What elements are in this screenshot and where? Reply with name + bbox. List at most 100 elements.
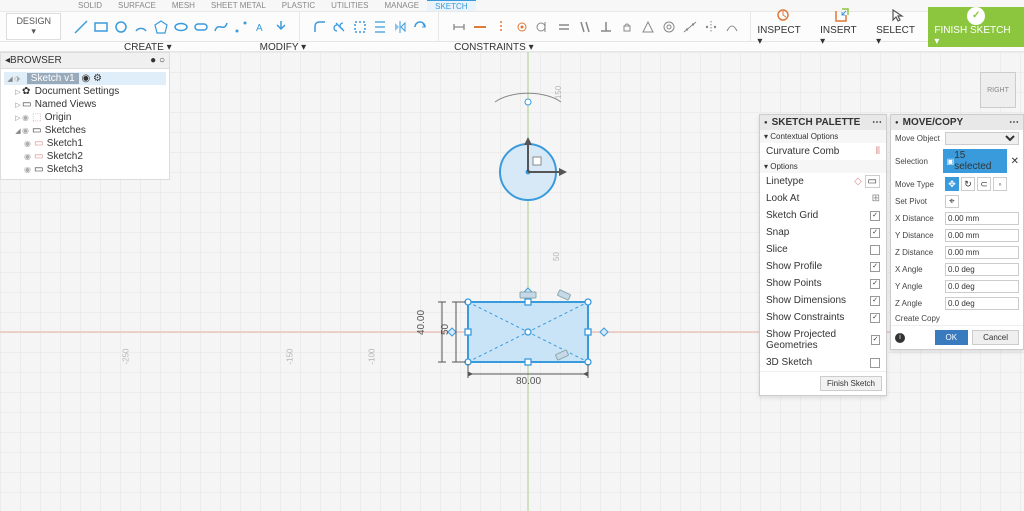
- arc-tool[interactable]: [132, 18, 150, 36]
- lookat-icon[interactable]: ⊞: [872, 193, 880, 204]
- browser-header[interactable]: ◂ BROWSER● ○: [1, 53, 169, 69]
- polygon-tool[interactable]: [152, 18, 170, 36]
- distance-input[interactable]: [945, 246, 1019, 259]
- move-type-toggle[interactable]: ✥↻⊂◦: [945, 177, 1007, 191]
- checkbox[interactable]: [870, 245, 880, 255]
- vertical-constraint[interactable]: [492, 18, 510, 36]
- design-menu[interactable]: DESIGN ▾: [6, 13, 61, 40]
- trim-tool[interactable]: [331, 18, 349, 36]
- checkbox[interactable]: ✓: [871, 335, 880, 345]
- info-icon[interactable]: i: [895, 333, 905, 343]
- collinear-constraint[interactable]: [681, 18, 699, 36]
- distance-input[interactable]: [945, 263, 1019, 276]
- extend-tool[interactable]: [351, 18, 369, 36]
- horizontal-constraint[interactable]: [471, 18, 489, 36]
- palette-header[interactable]: SKETCH PALETTE⋯: [760, 115, 886, 130]
- viewcube[interactable]: RIGHT: [980, 72, 1016, 108]
- fillet-tool[interactable]: [311, 18, 329, 36]
- tab-utilities[interactable]: UTILITIES: [323, 0, 376, 11]
- root-node[interactable]: Sketch v1: [27, 73, 79, 84]
- checkbox[interactable]: ✓: [870, 296, 880, 306]
- contextual-section[interactable]: ▾ Contextual Options: [760, 130, 886, 143]
- tab-mesh[interactable]: MESH: [164, 0, 203, 11]
- sketch-palette[interactable]: SKETCH PALETTE⋯ ▾ Contextual Options Cur…: [759, 114, 887, 396]
- ok-button[interactable]: OK: [935, 330, 969, 345]
- palette-row: Linetype◇ ▭: [760, 173, 886, 190]
- tab-surface[interactable]: SURFACE: [110, 0, 164, 11]
- fix-constraint[interactable]: [618, 18, 636, 36]
- symmetry-constraint[interactable]: [702, 18, 720, 36]
- options-section[interactable]: ▾ Options: [760, 160, 886, 173]
- offset-tool[interactable]: [371, 18, 389, 36]
- checkbox[interactable]: ✓: [870, 211, 880, 221]
- line-tool[interactable]: [72, 18, 90, 36]
- dimension-tool[interactable]: [450, 18, 468, 36]
- set-pivot-btn[interactable]: ⌖: [945, 195, 959, 208]
- equal-constraint[interactable]: [555, 18, 573, 36]
- insert-tool[interactable]: [272, 18, 290, 36]
- pin-icon[interactable]: ⋯: [872, 117, 882, 128]
- checkbox[interactable]: [870, 358, 880, 368]
- concentric-constraint[interactable]: [660, 18, 678, 36]
- distance-input[interactable]: [945, 229, 1019, 242]
- scale-tool[interactable]: [411, 18, 429, 36]
- canvas-area[interactable]: 80.00 40.00 50 -250 -150 -100 150 50 ◂ B…: [0, 52, 1024, 511]
- curvature-constraint[interactable]: [723, 18, 741, 36]
- point-tool[interactable]: [232, 18, 250, 36]
- ribbon-right: INSPECT ▾ INSERT ▾ SELECT ▾ ✓FINISH SKET…: [751, 12, 1024, 41]
- checkbox[interactable]: ✓: [870, 279, 880, 289]
- checkbox[interactable]: ✓: [870, 313, 880, 323]
- cancel-button[interactable]: Cancel: [972, 330, 1019, 345]
- rect-tool[interactable]: [92, 18, 110, 36]
- radio-icon[interactable]: ◉: [81, 73, 90, 84]
- distance-input[interactable]: [945, 212, 1019, 225]
- spline-tool[interactable]: [212, 18, 230, 36]
- distance-input[interactable]: [945, 280, 1019, 293]
- text-tool[interactable]: A: [252, 18, 270, 36]
- parallel-constraint[interactable]: [576, 18, 594, 36]
- slot-tool[interactable]: [192, 18, 210, 36]
- checkbox[interactable]: ✓: [870, 228, 880, 238]
- sketch2-node[interactable]: ◉▭ Sketch2: [4, 150, 166, 163]
- tab-manage[interactable]: MANAGE: [376, 0, 427, 11]
- modify-label[interactable]: MODIFY ▾: [256, 42, 311, 51]
- tab-sheet metal[interactable]: SHEET METAL: [203, 0, 274, 11]
- tab-plastic[interactable]: PLASTIC: [274, 0, 323, 11]
- movecopy-header[interactable]: MOVE/COPY⋯: [891, 115, 1023, 130]
- mirror-tool[interactable]: [391, 18, 409, 36]
- finish-sketch-btn[interactable]: Finish Sketch: [820, 376, 882, 391]
- tab-solid[interactable]: SOLID: [70, 0, 110, 11]
- browser-panel[interactable]: ◂ BROWSER● ○ ◢⬗ Sketch v1 ◉ ⚙ ▷✿ Documen…: [0, 52, 170, 180]
- circle-tool[interactable]: [112, 18, 130, 36]
- distance-input[interactable]: [945, 297, 1019, 310]
- inspect-menu[interactable]: INSPECT ▾: [751, 7, 814, 47]
- doc-settings-node[interactable]: ▷✿ Document Settings: [4, 85, 166, 98]
- move-object-select[interactable]: [945, 132, 1019, 145]
- origin-node[interactable]: ▷◉⬚ Origin: [4, 111, 166, 124]
- tangent-constraint[interactable]: [534, 18, 552, 36]
- svg-text:40.00: 40.00: [416, 310, 427, 335]
- gear-icon[interactable]: ⚙: [93, 73, 102, 84]
- sketch1-node[interactable]: ◉▭ Sketch1: [4, 137, 166, 150]
- linetype-combo[interactable]: ◇ ▭: [854, 176, 880, 187]
- constraints-label[interactable]: CONSTRAINTS ▾: [450, 42, 537, 51]
- selection-chip[interactable]: ▣ 15 selected: [943, 149, 1007, 173]
- move-field: Z Angle: [891, 295, 1023, 312]
- clear-selection[interactable]: ✕: [1011, 156, 1019, 167]
- move-copy-panel[interactable]: MOVE/COPY⋯ Move Object Selection▣ 15 sel…: [890, 114, 1024, 350]
- midpoint-constraint[interactable]: [639, 18, 657, 36]
- sketches-node[interactable]: ◢◉▭ Sketches: [4, 124, 166, 137]
- ellipse-tool[interactable]: [172, 18, 190, 36]
- select-menu[interactable]: SELECT ▾: [870, 7, 928, 47]
- create-label[interactable]: CREATE ▾: [120, 42, 176, 51]
- finish-sketch-button[interactable]: ✓FINISH SKETCH ▾: [928, 7, 1024, 47]
- comb-icon[interactable]: ⫴: [876, 146, 880, 157]
- tab-sketch[interactable]: SKETCH: [427, 0, 475, 11]
- pin-icon[interactable]: ⋯: [1009, 117, 1019, 128]
- coincident-constraint[interactable]: [513, 18, 531, 36]
- insert-menu[interactable]: INSERT ▾: [814, 7, 870, 47]
- perpendicular-constraint[interactable]: [597, 18, 615, 36]
- sketch3-node[interactable]: ◉▭ Sketch3: [4, 163, 166, 176]
- checkbox[interactable]: ✓: [870, 262, 880, 272]
- named-views-node[interactable]: ▷▭ Named Views: [4, 98, 166, 111]
